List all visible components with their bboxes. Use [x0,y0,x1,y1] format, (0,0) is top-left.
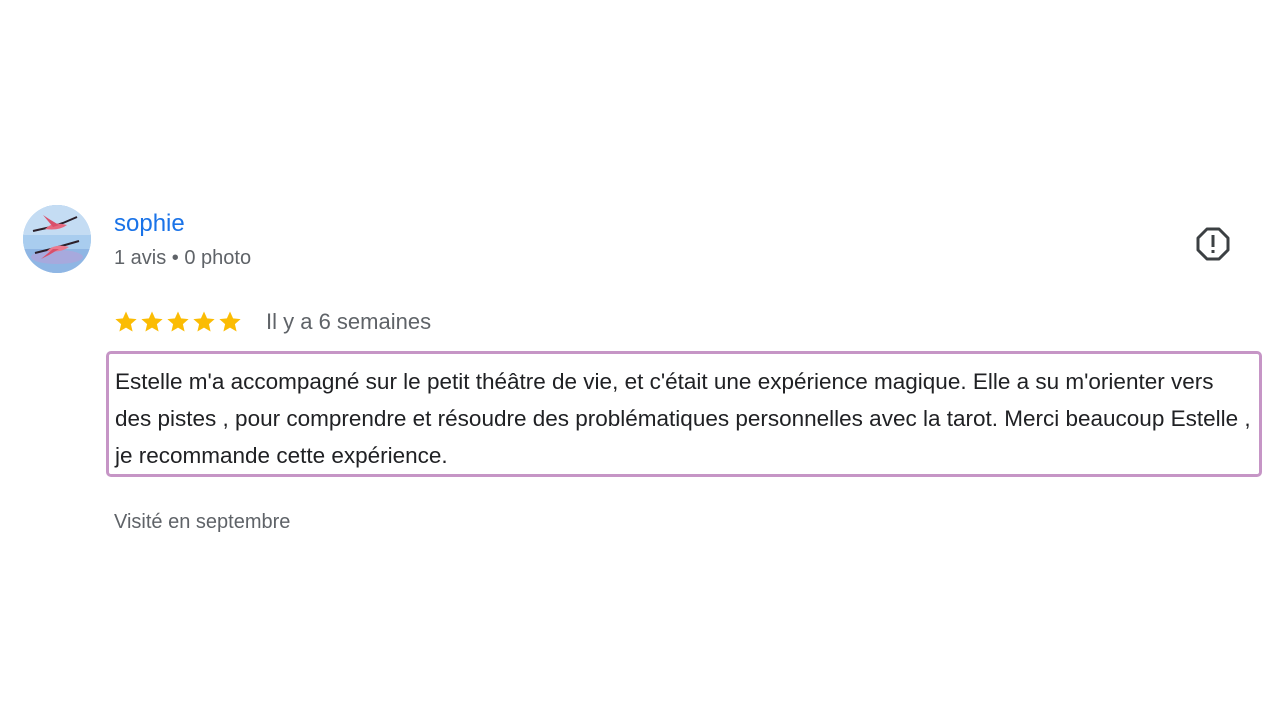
author-meta: 1 avis • 0 photo [114,247,252,269]
star-icon [219,311,241,332]
rating-row: Il y a 6 semaines [114,307,431,337]
star-icon [141,311,163,332]
star-icon [167,311,189,332]
review-date: Il y a 6 semaines [266,309,432,334]
star-rating [114,310,242,334]
visit-info: Visité en septembre [114,511,291,533]
author-name[interactable]: sophie [114,209,185,239]
flamingo-avatar-image [23,205,91,273]
review-card: sophie 1 avis • 0 photo Il y a 6 semaine… [0,0,1280,720]
star-icon [193,311,215,332]
report-icon [1196,227,1230,261]
avatar[interactable] [23,205,91,273]
star-icon [115,311,137,332]
review-text: Estelle m'a accompagné sur le petit théâ… [115,369,1251,468]
review-text-highlight: Estelle m'a accompagné sur le petit théâ… [106,351,1262,477]
report-review-button[interactable] [1194,225,1232,263]
